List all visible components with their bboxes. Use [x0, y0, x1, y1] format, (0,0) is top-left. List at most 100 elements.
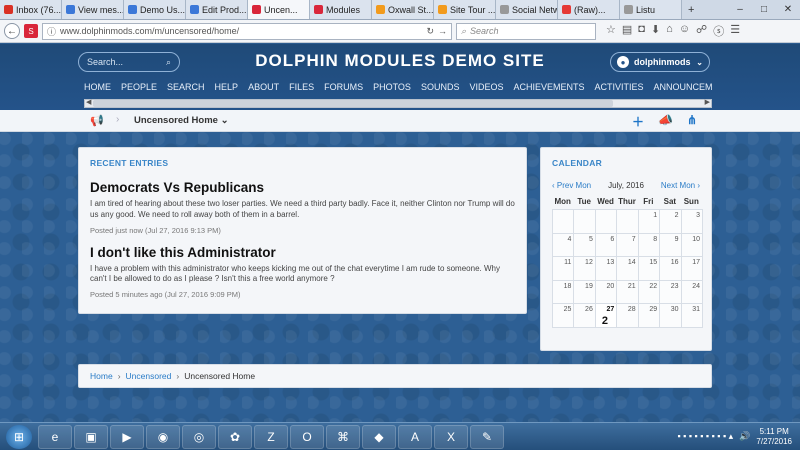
calendar-day[interactable]: 19: [573, 279, 596, 304]
browser-tab[interactable]: Modules: [310, 0, 372, 19]
folder-icon[interactable]: ▣: [74, 424, 108, 449]
start-button[interactable]: ⊞: [6, 424, 32, 449]
info-icon[interactable]: ⓘ: [47, 25, 56, 38]
browser-tab[interactable]: Oxwall St...: [372, 0, 434, 19]
text-app-icon[interactable]: A: [398, 424, 432, 449]
calendar-day[interactable]: 22: [637, 279, 661, 304]
maximize-button[interactable]: □: [752, 4, 776, 15]
calendar-day[interactable]: 12: [573, 256, 596, 281]
site-info-icon[interactable]: S: [24, 24, 38, 38]
entry-title-link[interactable]: I don't like this Administrator: [90, 245, 515, 260]
prev-month-link[interactable]: ‹ Prev Mon: [552, 181, 591, 190]
calendar-day[interactable]: 15: [637, 256, 661, 281]
download-icon[interactable]: ⬇: [651, 23, 660, 39]
user-menu-button[interactable]: ● dolphinmods ⌄: [610, 52, 710, 72]
main-menu-item[interactable]: FORUMS: [324, 82, 363, 96]
calendar-day[interactable]: 17: [680, 256, 703, 281]
breadcrumb-section-link[interactable]: Uncensored: [126, 371, 172, 381]
pocket-icon[interactable]: ◘: [638, 23, 645, 39]
site-search-input[interactable]: Search... ⌕: [78, 52, 180, 72]
chat-icon[interactable]: ☺: [679, 23, 690, 39]
network-app-icon[interactable]: ⌘: [326, 424, 360, 449]
browser-tab[interactable]: View mes...: [62, 0, 124, 19]
volume-icon[interactable]: 🔊: [739, 431, 750, 442]
scrollbar-thumb[interactable]: [93, 100, 613, 107]
close-button[interactable]: ✕: [776, 4, 800, 15]
calendar-day[interactable]: 6: [594, 232, 618, 257]
main-menu-item[interactable]: VIDEOS: [469, 82, 503, 96]
browser-tab[interactable]: Site Tour ...: [434, 0, 496, 19]
main-menu-item[interactable]: ABOUT: [248, 82, 279, 96]
calendar-day[interactable]: 3: [680, 209, 703, 234]
frog-app-icon[interactable]: ✿: [218, 424, 252, 449]
calendar-day[interactable]: 4: [552, 232, 575, 257]
excel-icon[interactable]: X: [434, 424, 468, 449]
bookmark-star-icon[interactable]: ☆: [606, 23, 616, 39]
firefox-icon[interactable]: ◉: [146, 424, 180, 449]
submenu-title-dropdown[interactable]: Uncensored Home ⌄: [134, 115, 229, 126]
browser-tab[interactable]: Edit Prod...: [186, 0, 248, 19]
browser-tab[interactable]: Listu: [620, 0, 682, 19]
filezilla-icon[interactable]: Z: [254, 424, 288, 449]
announce-icon[interactable]: 📣: [658, 113, 673, 130]
breadcrumb-home-link[interactable]: Home: [90, 371, 113, 381]
browser-tab[interactable]: Social Netwo...: [496, 0, 558, 19]
back-button[interactable]: ←: [4, 23, 20, 39]
paint-icon[interactable]: ✎: [470, 424, 504, 449]
next-month-link[interactable]: Next Mon ›: [661, 181, 700, 190]
browser-tab[interactable]: (Raw)...: [558, 0, 620, 19]
calendar-day[interactable]: 10: [680, 232, 703, 257]
clock[interactable]: 5:11 PM 7/27/2016: [756, 427, 792, 446]
media-player-icon[interactable]: ▶: [110, 424, 144, 449]
main-menu-item[interactable]: ACTIVITIES: [594, 82, 643, 96]
main-menu-item[interactable]: ACHIEVEMENTS: [513, 82, 584, 96]
add-icon[interactable]: ＋: [632, 113, 644, 130]
entry-title-link[interactable]: Democrats Vs Republicans: [90, 180, 515, 195]
main-menu-item[interactable]: SOUNDS: [421, 82, 460, 96]
calendar-day[interactable]: 18: [552, 279, 575, 304]
browser-tab[interactable]: Uncen...: [248, 0, 310, 19]
reading-list-icon[interactable]: ▤: [622, 23, 632, 39]
share-icon[interactable]: ⋔: [687, 113, 697, 130]
main-menu-item[interactable]: HOME: [84, 82, 111, 96]
calendar-day[interactable]: 28: [616, 303, 639, 328]
browser-tab[interactable]: Demo Us...: [124, 0, 186, 19]
calendar-day[interactable]: 30: [659, 303, 682, 328]
forward-icon[interactable]: →: [438, 26, 447, 36]
calendar-day[interactable]: 8: [637, 232, 661, 257]
calendar-day[interactable]: 11: [552, 256, 575, 281]
calendar-day[interactable]: 23: [659, 279, 682, 304]
tray-icons[interactable]: ▪ ▪ ▪ ▪ ▪ ▪ ▪ ▪ ▪ ▴: [677, 431, 733, 442]
calendar-day[interactable]: 14: [616, 256, 639, 281]
calendar-day[interactable]: 21: [616, 279, 639, 304]
main-menu-item[interactable]: ANNOUNCEMENT: [654, 82, 713, 96]
main-menu-item[interactable]: PEOPLE: [121, 82, 157, 96]
calendar-day[interactable]: 1: [637, 209, 661, 234]
calendar-entry-count[interactable]: 2: [602, 315, 608, 327]
calendar-day[interactable]: 20: [594, 279, 618, 304]
calendar-day[interactable]: 29: [637, 303, 661, 328]
scroll-left-icon[interactable]: ◀: [86, 98, 91, 106]
calendar-day[interactable]: 31: [680, 303, 703, 328]
scroll-right-icon[interactable]: ▶: [705, 98, 710, 106]
calendar-day[interactable]: 16: [659, 256, 682, 281]
calendar-day[interactable]: 2: [659, 209, 682, 234]
main-menu-item[interactable]: HELP: [215, 82, 239, 96]
main-menu-item[interactable]: PHOTOS: [373, 82, 411, 96]
outlook-icon[interactable]: O: [290, 424, 324, 449]
calendar-day[interactable]: 9: [659, 232, 682, 257]
menu-scrollbar[interactable]: ◀ ▶: [84, 99, 712, 108]
calendar-day[interactable]: 7: [616, 232, 639, 257]
minimize-button[interactable]: –: [728, 4, 752, 15]
calendar-day[interactable]: 25: [552, 303, 575, 328]
ie-icon[interactable]: e: [38, 424, 72, 449]
browser-search-input[interactable]: ⌕ Search: [456, 22, 596, 40]
browser-tab[interactable]: Inbox (76...: [0, 0, 62, 19]
calendar-day[interactable]: 24: [680, 279, 703, 304]
calendar-day[interactable]: 5: [573, 232, 596, 257]
home-icon[interactable]: ⌂: [666, 23, 673, 39]
address-bar[interactable]: ⓘ www.dolphinmods.com/m/uncensored/home/…: [42, 22, 452, 40]
eraser-app-icon[interactable]: ◆: [362, 424, 396, 449]
skype-icon[interactable]: ⓢ: [713, 23, 724, 39]
pin-icon[interactable]: ☍: [696, 23, 707, 39]
